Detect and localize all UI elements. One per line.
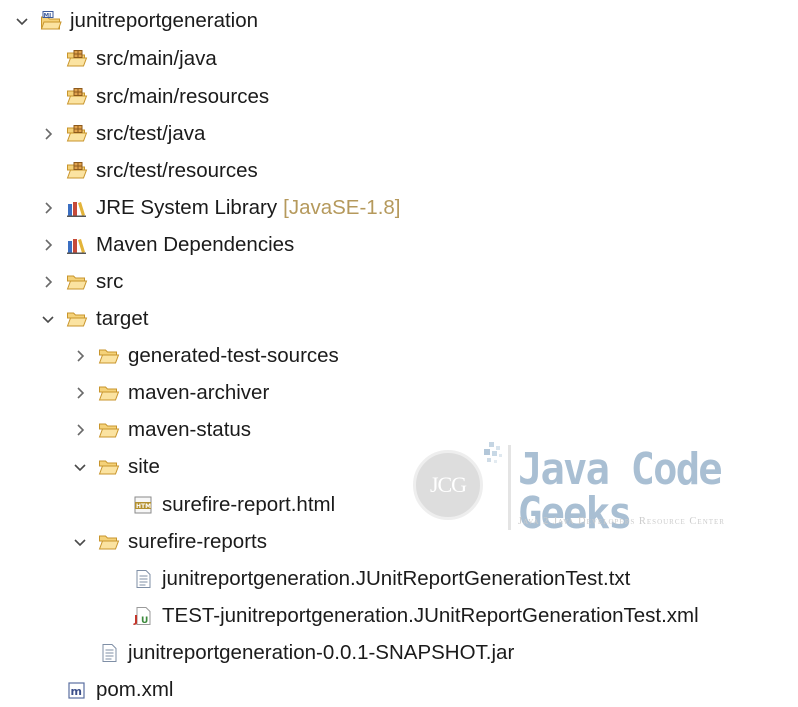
tree-item-label: junitreportgeneration-0.0.1-SNAPSHOT.jar xyxy=(128,641,515,664)
tree-item-label: generated-test-sources xyxy=(128,344,339,367)
chevron-down-icon[interactable] xyxy=(14,13,30,29)
tree-item-label: maven-status xyxy=(128,418,252,441)
source-folder-icon xyxy=(66,161,88,181)
tree-item-src-test-resources[interactable]: src/test/resources xyxy=(40,154,258,188)
tree-item-maven-archiver[interactable]: maven-archiver xyxy=(72,376,269,410)
tree-item-label: src/test/java xyxy=(96,122,206,145)
text-file-icon xyxy=(132,569,154,589)
jre-version-decoration: [JavaSE-1.8] xyxy=(283,196,401,219)
source-folder-icon xyxy=(66,124,88,144)
chevron-right-icon[interactable] xyxy=(40,200,56,216)
tree-item-report-xml[interactable]: TEST-junitreportgeneration.JUnitReportGe… xyxy=(106,599,699,633)
java-code-geeks-watermark: JCG Java Code Geeks Java 2 Java Develope… xyxy=(405,440,797,550)
tree-item-src-test-java[interactable]: src/test/java xyxy=(40,117,205,151)
source-folder-icon xyxy=(66,87,88,107)
library-icon xyxy=(66,198,88,218)
tree-item-label: junitreportgeneration xyxy=(70,9,259,32)
chevron-down-icon[interactable] xyxy=(72,459,88,475)
tree-item-label: junitreportgeneration.JUnitReportGenerat… xyxy=(162,567,631,590)
tree-item-project[interactable]: junitreportgeneration xyxy=(14,4,258,38)
chevron-right-icon[interactable] xyxy=(72,422,88,438)
tree-item-label: src xyxy=(96,270,124,293)
source-folder-icon xyxy=(66,49,88,69)
folder-icon xyxy=(98,346,120,366)
tree-item-label: pom.xml xyxy=(96,678,174,701)
tree-item-surefire-reports[interactable]: surefire-reports xyxy=(72,525,267,559)
tree-item-label: maven-archiver xyxy=(128,381,270,404)
folder-icon xyxy=(98,457,120,477)
chevron-right-icon[interactable] xyxy=(40,126,56,142)
tree-item-report-txt[interactable]: junitreportgeneration.JUnitReportGenerat… xyxy=(106,562,630,596)
tree-item-src-main-resources[interactable]: src/main/resources xyxy=(40,80,269,114)
folder-icon xyxy=(66,272,88,292)
watermark-subtitle: Java 2 Java Developers Resource Center xyxy=(518,516,725,527)
tree-item-label: src/test/resources xyxy=(96,159,258,182)
tree-item-jre-system-library[interactable]: JRE System Library [JavaSE-1.8] xyxy=(40,191,401,225)
library-icon xyxy=(66,235,88,255)
tree-item-surefire-report-html[interactable]: surefire-report.html xyxy=(106,488,335,522)
tree-item-src[interactable]: src xyxy=(40,265,123,299)
tree-item-label: surefire-reports xyxy=(128,530,267,553)
tree-item-src-main-java[interactable]: src/main/java xyxy=(40,42,217,76)
folder-icon xyxy=(98,420,120,440)
chevron-down-icon[interactable] xyxy=(40,311,56,327)
tree-item-maven-dependencies[interactable]: Maven Dependencies xyxy=(40,228,294,262)
jar-file-icon xyxy=(98,643,120,663)
maven-pom-icon xyxy=(66,680,88,700)
tree-item-label: Maven Dependencies xyxy=(96,233,295,256)
maven-project-icon xyxy=(40,11,62,31)
chevron-right-icon[interactable] xyxy=(40,237,56,253)
watermark-divider xyxy=(508,445,511,530)
tree-item-target[interactable]: target xyxy=(40,302,148,336)
chevron-right-icon[interactable] xyxy=(72,348,88,364)
tree-item-label: TEST-junitreportgeneration.JUnitReportGe… xyxy=(162,604,699,627)
jcg-logo: JCG xyxy=(413,450,483,520)
jcg-logo-text: JCG xyxy=(429,472,467,497)
tree-item-label: JRE System Library xyxy=(96,196,278,219)
tree-item-label: target xyxy=(96,307,149,330)
folder-icon xyxy=(98,532,120,552)
folder-icon xyxy=(98,383,120,403)
tree-item-label: surefire-report.html xyxy=(162,493,336,516)
tree-item-pom[interactable]: pom.xml xyxy=(40,673,173,707)
tree-item-label: site xyxy=(128,455,160,478)
junit-file-icon xyxy=(132,606,154,626)
tree-item-jar[interactable]: junitreportgeneration-0.0.1-SNAPSHOT.jar xyxy=(72,636,514,670)
html-file-icon xyxy=(132,495,154,515)
tree-item-site[interactable]: site xyxy=(72,450,160,484)
tree-item-label: src/main/java xyxy=(96,47,217,70)
folder-icon xyxy=(66,309,88,329)
chevron-down-icon[interactable] xyxy=(72,534,88,550)
chevron-right-icon[interactable] xyxy=(40,274,56,290)
tree-item-maven-status[interactable]: maven-status xyxy=(72,413,251,447)
project-explorer-tree: junitreportgeneration src/main/java src/… xyxy=(0,0,798,707)
tree-item-label: src/main/resources xyxy=(96,85,270,108)
chevron-right-icon[interactable] xyxy=(72,385,88,401)
tree-item-generated-test-sources[interactable]: generated-test-sources xyxy=(72,339,339,373)
